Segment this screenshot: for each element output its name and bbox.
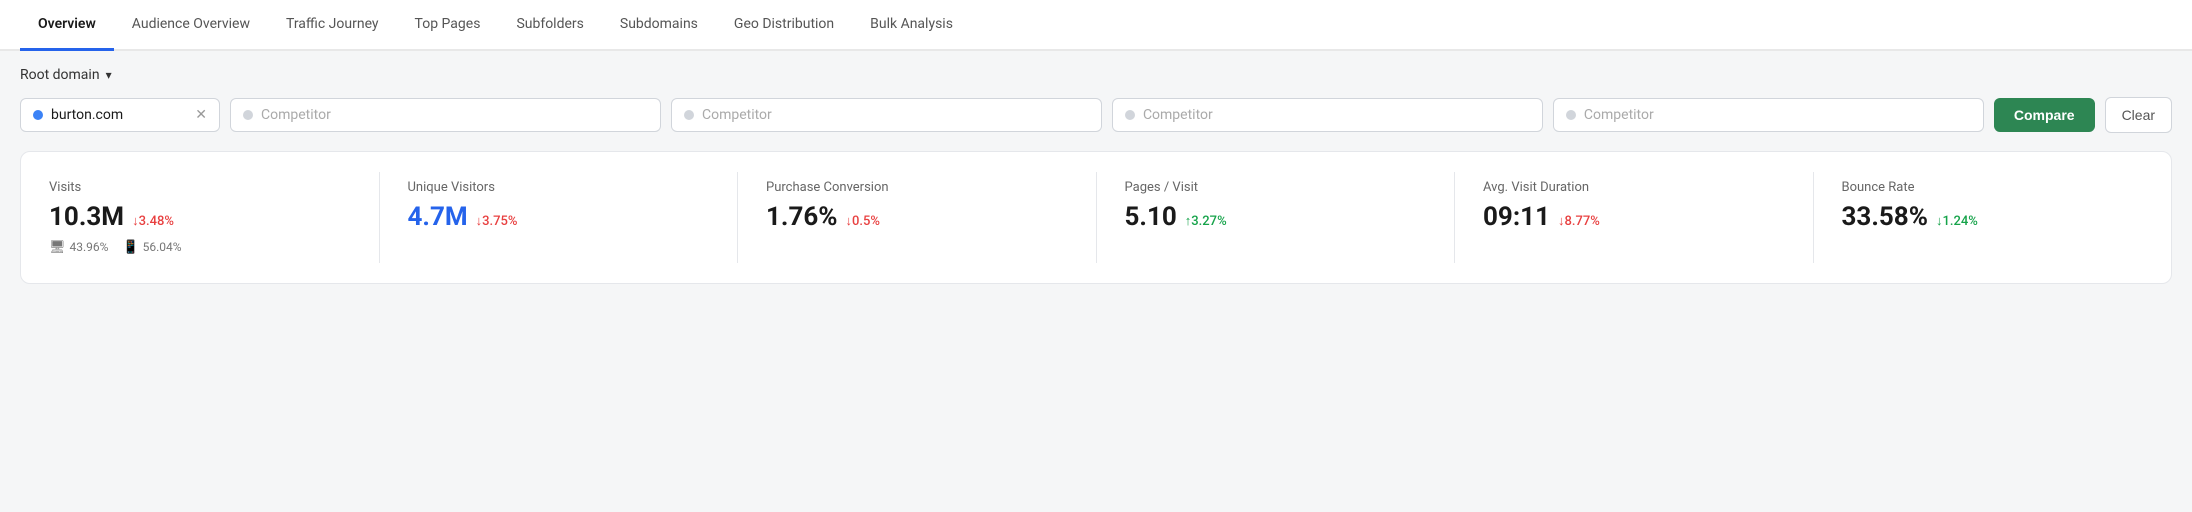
stat-item-3: Pages / Visit 5.10 ↑3.27% [1097,172,1456,263]
nav-item-subfolders[interactable]: Subfolders [498,0,601,51]
stat-value-0: 10.3M [49,203,124,232]
close-domain-icon[interactable]: ✕ [195,108,207,122]
stat-value-5: 33.58% [1842,203,1928,232]
stat-value-3: 5.10 [1125,203,1177,232]
competitor-placeholder-4: Competitor [1584,107,1654,123]
nav-item-audience-overview[interactable]: Audience Overview [114,0,268,51]
desktop-icon: 🖥 [49,240,66,255]
competitor-dot-1 [243,110,253,120]
stat-change-2: ↓0.5% [846,213,880,229]
stat-change-5: ↓1.24% [1936,213,1978,229]
stat-label-4: Avg. Visit Duration [1483,180,1785,195]
competitor-dot-2 [684,110,694,120]
stat-value-2: 1.76% [766,203,838,232]
stat-value-row-2: 1.76% ↓0.5% [766,203,1068,232]
search-row: burton.com ✕ Competitor Competitor Compe… [20,97,2172,133]
stat-item-2: Purchase Conversion 1.76% ↓0.5% [738,172,1097,263]
competitor-dot-3 [1125,110,1135,120]
competitor-dot-4 [1566,110,1576,120]
nav-item-top-pages[interactable]: Top Pages [397,0,499,51]
competitor-placeholder-3: Competitor [1143,107,1213,123]
mobile-stat: 📱 56.04% [122,240,181,255]
stat-change-1: ↓3.75% [476,213,518,229]
stats-card: Visits 10.3M ↓3.48% 🖥 43.96% 📱 56.04% Unique … [20,151,2172,284]
nav-item-traffic-journey[interactable]: Traffic Journey [268,0,397,51]
clear-button[interactable]: Clear [2105,97,2172,133]
stat-label-2: Purchase Conversion [766,180,1068,195]
competitor-field-1[interactable]: Competitor [230,98,661,132]
stat-sub-0: 🖥 43.96% 📱 56.04% [49,240,351,255]
domain-dot-icon [33,110,43,120]
domain-value: burton.com [51,107,187,123]
stat-label-0: Visits [49,180,351,195]
stat-change-3: ↑3.27% [1185,213,1227,229]
root-domain-label: Root domain [20,67,100,83]
nav-item-subdomains[interactable]: Subdomains [602,0,716,51]
stat-change-4: ↓8.77% [1558,213,1600,229]
chevron-down-icon: ▾ [106,68,112,82]
nav-bar: OverviewAudience OverviewTraffic Journey… [0,0,2192,51]
competitor-field-4[interactable]: Competitor [1553,98,1984,132]
stat-value-row-0: 10.3M ↓3.48% [49,203,351,232]
stat-item-4: Avg. Visit Duration 09:11 ↓8.77% [1455,172,1814,263]
stat-change-0: ↓3.48% [132,213,174,229]
competitor-placeholder-1: Competitor [261,107,331,123]
root-domain-selector[interactable]: Root domain ▾ [20,67,2172,83]
stat-label-5: Bounce Rate [1842,180,2144,195]
stat-value-row-1: 4.7M ↓3.75% [408,203,710,232]
content-area: Root domain ▾ burton.com ✕ Competitor Co… [0,51,2192,300]
stat-value-row-3: 5.10 ↑3.27% [1125,203,1427,232]
stat-value-row-5: 33.58% ↓1.24% [1842,203,2144,232]
competitor-field-3[interactable]: Competitor [1112,98,1543,132]
stat-item-0: Visits 10.3M ↓3.48% 🖥 43.96% 📱 56.04% [21,172,380,263]
stat-label-3: Pages / Visit [1125,180,1427,195]
stat-value-row-4: 09:11 ↓8.77% [1483,203,1785,232]
nav-item-geo-distribution[interactable]: Geo Distribution [716,0,852,51]
competitor-placeholder-2: Competitor [702,107,772,123]
stat-item-5: Bounce Rate 33.58% ↓1.24% [1814,172,2172,263]
app-container: OverviewAudience OverviewTraffic Journey… [0,0,2192,512]
domain-field[interactable]: burton.com ✕ [20,98,220,132]
nav-item-bulk-analysis[interactable]: Bulk Analysis [852,0,971,51]
compare-button[interactable]: Compare [1994,98,2095,132]
competitor-field-2[interactable]: Competitor [671,98,1102,132]
desktop-stat: 🖥 43.96% [49,240,108,255]
nav-item-overview[interactable]: Overview [20,0,114,51]
stat-label-1: Unique Visitors [408,180,710,195]
stat-item-1: Unique Visitors 4.7M ↓3.75% [380,172,739,263]
mobile-icon: 📱 [122,240,138,255]
stat-value-1: 4.7M [408,203,468,232]
stat-value-4: 09:11 [1483,203,1550,232]
